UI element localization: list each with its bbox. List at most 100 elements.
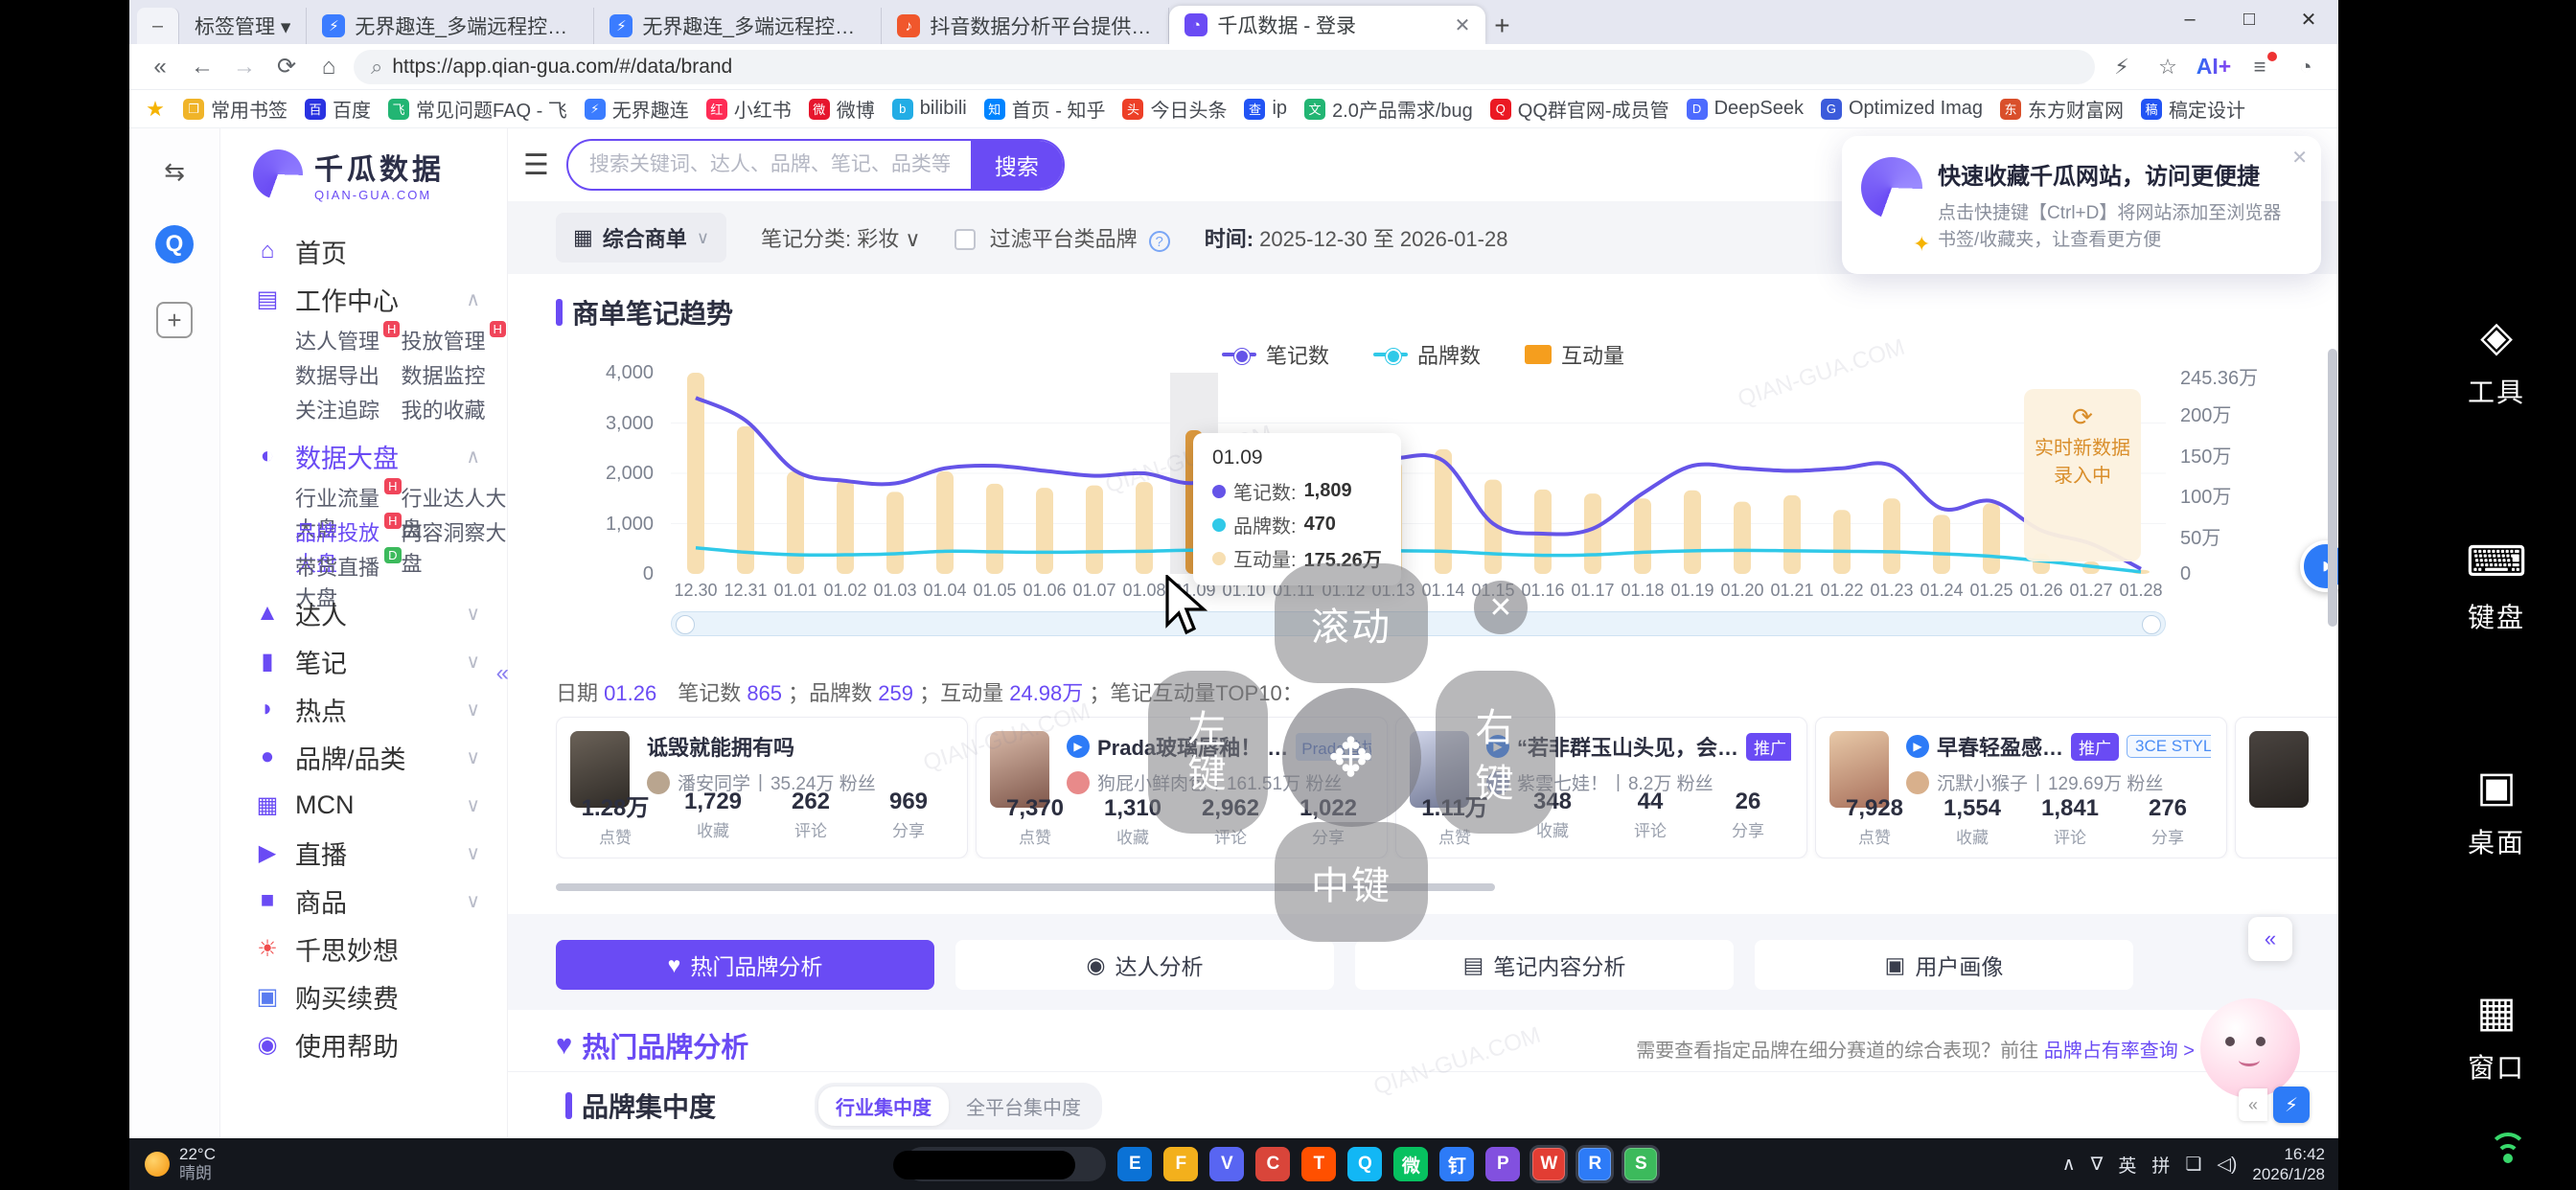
browser-tab[interactable]: – [137,8,179,44]
sidebar-item-热点[interactable]: ◗热点∨ [253,685,507,733]
panel-键盘[interactable]: ⌨键盘 [2444,541,2549,635]
gesture-scroll-button[interactable]: 滚动 [1275,563,1428,683]
tray-icon[interactable]: ❏ [2185,1154,2201,1176]
mascot-avatar[interactable] [2200,998,2300,1098]
tab-用户画像[interactable]: ▣用户画像 [1755,940,2133,990]
popup-close-icon[interactable]: ✕ [2291,146,2308,170]
bookmark-item[interactable]: 知首页 - 知乎 [984,95,1106,123]
browser-tab[interactable]: ◔千瓜数据 - 登录✕ [1169,6,1485,44]
reading-list-icon[interactable]: ≡ [2241,50,2279,84]
tab-笔记内容分析[interactable]: ▤笔记内容分析 [1355,940,1734,990]
tray-icon[interactable]: 英 [2118,1152,2136,1178]
sidebar-subitem-内容洞察大盘[interactable]: 内容洞察大盘 [402,516,508,545]
sidebar-item-购买续费[interactable]: ▣购买续费 [253,973,507,1020]
assistant-icon[interactable]: ⚡ [2273,1087,2310,1123]
tray-icon[interactable]: 拼 [2151,1152,2170,1178]
sidebar-item-数据大盘[interactable]: ◐数据大盘∧ [253,432,507,480]
minimize-button[interactable]: – [2160,0,2220,38]
sidebar-item-直播[interactable]: ▶直播∨ [253,829,507,877]
sidebar-item-使用帮助[interactable]: ◉使用帮助 [253,1020,507,1068]
url-bar[interactable]: ⌕ https://app.qian-gua.com/#/data/brand [354,50,2095,84]
sidebar-subitem-行业达人大盘[interactable]: 行业达人大盘 [402,482,508,511]
back-icon[interactable]: ← [185,50,219,84]
time-range-picker[interactable]: 时间: 2025-12-30 至 2026-01-28 [1205,222,1508,253]
sidebar-item-MCN[interactable]: ▦MCN∨ [253,781,507,829]
panel-工具[interactable]: ◈工具 [2444,316,2549,410]
home-icon[interactable]: ⌂ [311,50,346,84]
taskbar-app-icon[interactable]: P [1485,1147,1520,1181]
gesture-left-click-button[interactable]: 左键 [1148,671,1268,834]
sidebar-subitem-数据导出[interactable]: 数据导出 [295,359,402,388]
taskbar-app-icon[interactable]: C [1255,1147,1290,1181]
sidebar-item-千思妙想[interactable]: ☀千思妙想 [253,925,507,973]
browser-tab[interactable]: 标签管理 ▾ [179,8,307,44]
menu-toggle-icon[interactable]: ☰ [523,149,549,182]
bookmark-item[interactable]: 红小红书 [706,95,792,123]
sidebar-item-工作中心[interactable]: ▤工作中心∧ [253,275,507,323]
taskbar-app-icon[interactable]: S [1623,1147,1658,1181]
gesture-move-handle[interactable]: ✥ [1282,688,1421,827]
sidebar-item-首页[interactable]: ⌂首页 [253,227,507,275]
bookmark-item[interactable]: ❐常用书签 [183,95,288,123]
close-button[interactable]: ✕ [2279,0,2338,38]
note-author[interactable]: 沉默小猴子|129.69万 粉丝 [1906,769,2211,795]
tab-达人分析[interactable]: ◉达人分析 [955,940,1334,990]
app-search-input[interactable] [568,153,971,176]
taskbar-app-icon[interactable]: 钉 [1439,1147,1474,1181]
taskbar-app-icon[interactable]: F [1163,1147,1198,1181]
helper-chip[interactable]: « ⚡ [2239,1087,2310,1123]
panel-窗口[interactable]: ▦窗口 [2444,992,2549,1086]
pill-全平台集中度[interactable]: 全平台集中度 [949,1087,1098,1126]
bookmark-item[interactable]: 查ip [1244,98,1287,120]
brand-share-link[interactable]: 品牌占有率查询 > [2044,1041,2195,1062]
taskbar-clock[interactable]: 16:422026/1/28 [2252,1144,2325,1185]
collapse-chip-icon[interactable]: « [2239,1088,2267,1121]
checkbox[interactable] [954,229,976,250]
profile-icon[interactable]: ◔ [2287,50,2325,84]
ai-button[interactable]: AI+ [2195,50,2233,84]
legend-item-笔记数[interactable]: 笔记数 [1222,339,1329,370]
sidebar-subitem-带货直播大盘[interactable]: 带货直播大盘D [295,551,402,580]
note-card[interactable]: 8,4…点赞 [2235,717,2338,858]
taskbar-app-icon[interactable]: Q [1347,1147,1382,1181]
gesture-right-click-button[interactable]: 右键 [1436,671,1555,834]
trend-chart-plot[interactable] [671,373,2166,574]
bookmark-item[interactable]: GOptimized Imag [1821,98,1983,120]
note-card[interactable]: 诋毁就能拥有吗潘安同学|35.24万 粉丝1.28万点赞1,729收藏262评论… [556,717,968,858]
bookmark-item[interactable]: 头今日头条 [1122,95,1227,123]
taskbar-weather[interactable]: 22°C 晴朗 [129,1145,455,1184]
sidebar-subitem-数据监控[interactable]: 数据监控 [402,359,508,388]
page-scrollbar[interactable] [2328,349,2337,627]
bookmark-item[interactable]: 东东方财富网 [2000,95,2124,123]
gesture-close-button[interactable]: ✕ [1474,581,1528,634]
browser-tab[interactable]: ⚡无界趣连_多端远程控制_免费云… [594,8,882,44]
tray-icon[interactable]: ∇ [2091,1154,2104,1176]
bookmark-item[interactable]: QQQ群官网-成员管 [1490,95,1669,123]
sidebar-item-笔记[interactable]: ▮笔记∨ [253,637,507,685]
browser-tab[interactable]: ♪抖音数据分析平台提供抖音直播… [882,8,1169,44]
scope-dropdown[interactable]: ▦ 综合商单 ∨ [556,213,726,263]
sidebar-subitem-行业流量大盘[interactable]: 行业流量大盘H [295,482,402,511]
app-search-button[interactable]: 搜索 [971,141,1063,189]
tray-icon[interactable]: ◁) [2217,1154,2237,1176]
maximize-button[interactable]: □ [2220,0,2279,38]
legend-item-品牌数[interactable]: 品牌数 [1373,339,1481,370]
taskbar-app-icon[interactable]: R [1577,1147,1612,1181]
bookmark-item[interactable]: ⚡无界趣连 [585,95,689,123]
taskbar-app-icon[interactable]: E [1117,1147,1152,1181]
taskbar-app-icon[interactable]: 微 [1393,1147,1428,1181]
legend-item-互动量[interactable]: 互动量 [1525,339,1624,370]
panel-桌面[interactable]: ▣桌面 [2444,767,2549,860]
bookmark-item[interactable]: DDeepSeek [1687,98,1804,120]
tray-icon[interactable]: ∧ [2062,1154,2076,1176]
sidebar-item-商品[interactable]: ■商品∨ [253,877,507,925]
sidebar-collapse-icon[interactable]: « [496,660,509,687]
sidebar-subitem-品牌投放大盘[interactable]: 品牌投放大盘H [295,516,402,545]
browser-tab[interactable]: ⚡无界趣连_多端远程控制_免费云… [307,8,594,44]
help-icon[interactable]: ? [1149,231,1170,252]
scroll-to-top-button[interactable]: « [2248,917,2292,961]
bookmark-star-icon[interactable]: ☆ [2149,50,2187,84]
sidebar-subitem-关注追踪[interactable]: 关注追踪 [295,394,402,423]
note-card[interactable]: ▶早春轻盈感…推广3CE STYLENANDA沉默小猴子|129.69万 粉丝7… [1815,717,2227,858]
bookmark-item[interactable]: 微微博 [809,95,875,123]
